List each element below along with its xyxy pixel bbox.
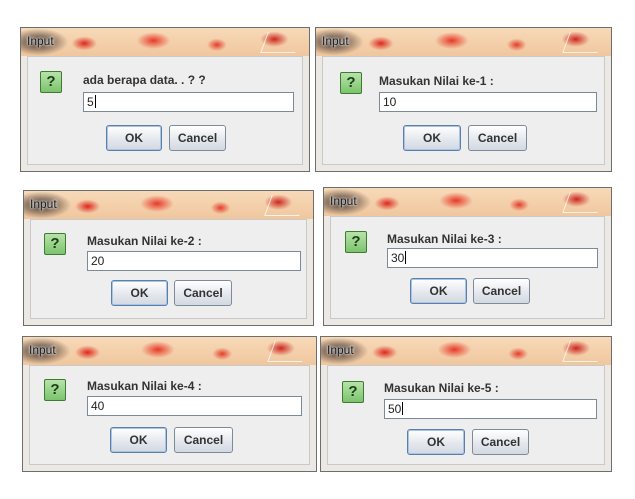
dialog-titlebar: Input <box>316 28 611 56</box>
dialog-title: Input <box>322 34 349 48</box>
prompt-label: ada berapa data. . ? ? <box>83 73 206 87</box>
question-icon: ? <box>345 231 367 253</box>
input-field[interactable]: 40 <box>87 396 302 416</box>
input-dialog: Input ? Masukan Nilai ke-2 : 20 OK Cance… <box>23 190 314 326</box>
prompt-label: Masukan Nilai ke-3 : <box>387 232 502 246</box>
question-icon: ? <box>342 381 364 403</box>
input-field[interactable]: 20 <box>87 251 301 271</box>
input-dialog: Input ? ada berapa data. . ? ? 5 OK Canc… <box>20 27 310 172</box>
question-icon: ? <box>44 233 66 255</box>
question-icon: ? <box>44 379 66 401</box>
dialog-title: Input <box>327 343 354 357</box>
cancel-button[interactable]: Cancel <box>169 125 226 151</box>
ok-button[interactable]: OK <box>410 278 467 304</box>
dialog-titlebar: Input <box>321 337 611 365</box>
ok-button[interactable]: OK <box>111 280 168 306</box>
dialog-content: ? Masukan Nilai ke-2 : 20 OK Cancel <box>30 219 307 319</box>
dialog-titlebar: Input <box>23 337 316 365</box>
input-dialog: Input ? Masukan Nilai ke-1 : 10 OK Cance… <box>315 27 612 172</box>
question-icon: ? <box>40 71 62 93</box>
dialog-title: Input <box>27 34 54 48</box>
ok-button[interactable]: OK <box>106 125 162 151</box>
dialog-title: Input <box>330 194 357 208</box>
input-field[interactable]: 50 <box>384 399 597 419</box>
cancel-button[interactable]: Cancel <box>472 429 529 455</box>
dialog-content: ? Masukan Nilai ke-3 : 30 OK Cancel <box>330 216 605 319</box>
prompt-label: Masukan Nilai ke-1 : <box>379 74 494 88</box>
dialog-titlebar: Input <box>21 28 309 56</box>
ok-button[interactable]: OK <box>407 429 465 455</box>
cancel-button[interactable]: Cancel <box>473 278 530 304</box>
dialog-content: ? ada berapa data. . ? ? 5 OK Cancel <box>27 56 303 165</box>
input-field[interactable]: 5 <box>83 92 294 112</box>
input-dialog: Input ? Masukan Nilai ke-3 : 30 OK Cance… <box>323 187 612 326</box>
prompt-label: Masukan Nilai ke-2 : <box>87 234 202 248</box>
question-icon: ? <box>340 72 362 94</box>
cancel-button[interactable]: Cancel <box>174 427 233 453</box>
dialog-content: ? Masukan Nilai ke-5 : 50 OK Cancel <box>327 365 605 465</box>
dialog-title: Input <box>29 343 56 357</box>
cancel-button[interactable]: Cancel <box>174 280 232 306</box>
dialog-content: ? Masukan Nilai ke-4 : 40 OK Cancel <box>29 365 310 465</box>
input-field[interactable]: 10 <box>379 92 597 112</box>
input-field[interactable]: 30 <box>387 248 598 268</box>
dialog-titlebar: Input <box>324 188 611 216</box>
cancel-button[interactable]: Cancel <box>468 125 527 151</box>
dialog-titlebar: Input <box>24 191 313 219</box>
prompt-label: Masukan Nilai ke-4 : <box>87 379 202 393</box>
dialog-content: ? Masukan Nilai ke-1 : 10 OK Cancel <box>322 56 605 165</box>
dialog-title: Input <box>30 197 57 211</box>
ok-button[interactable]: OK <box>403 125 461 151</box>
input-dialog: Input ? Masukan Nilai ke-4 : 40 OK Cance… <box>22 336 317 472</box>
ok-button[interactable]: OK <box>110 427 167 453</box>
input-dialog: Input ? Masukan Nilai ke-5 : 50 OK Cance… <box>320 336 612 472</box>
prompt-label: Masukan Nilai ke-5 : <box>384 381 499 395</box>
